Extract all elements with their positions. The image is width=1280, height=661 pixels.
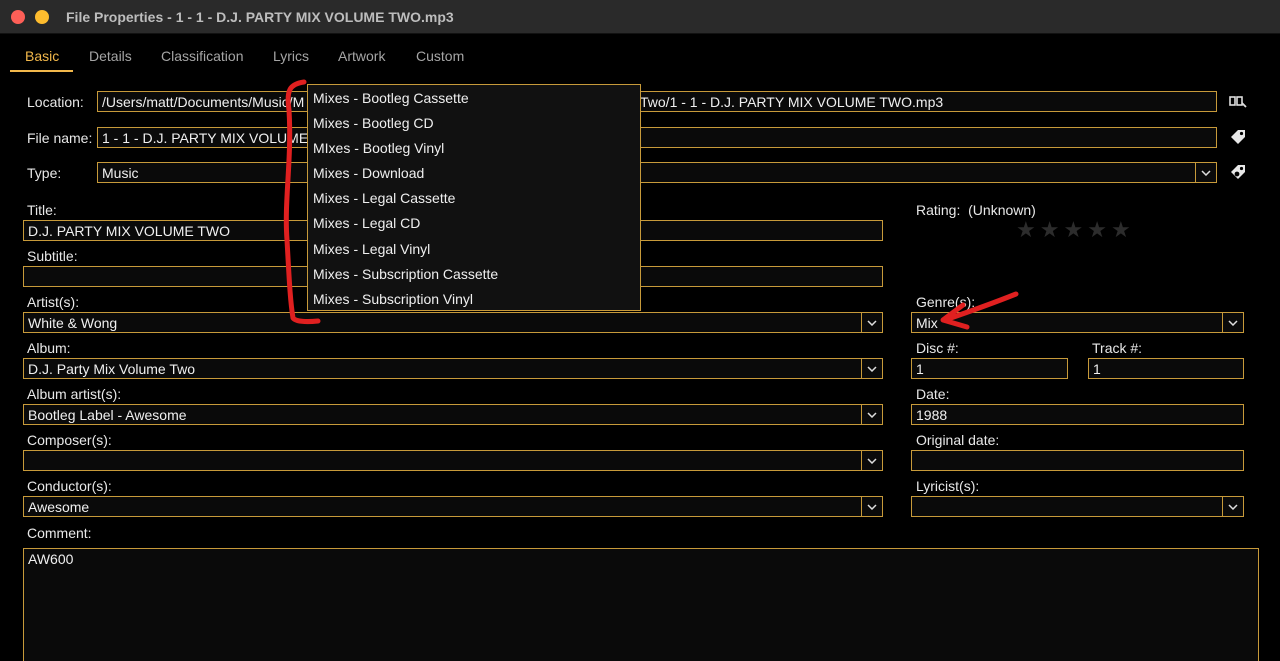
chevron-down-icon[interactable]	[861, 313, 882, 332]
composers-label: Composer(s):	[27, 432, 112, 448]
track-label: Track #:	[1092, 340, 1143, 356]
genre-option[interactable]: Mixes - Download	[308, 160, 640, 185]
album-dropdown[interactable]: D.J. Party Mix Volume Two	[23, 358, 883, 379]
star-icon[interactable]: ★	[1063, 219, 1083, 241]
title-value: D.J. PARTY MIX VOLUME TWO	[28, 223, 230, 239]
chevron-down-icon[interactable]	[861, 359, 882, 378]
lyricists-dropdown[interactable]	[911, 496, 1244, 517]
genre-option[interactable]: Mixes - Legal Cassette	[308, 185, 640, 210]
title-label: Title:	[27, 202, 57, 218]
file-name-field[interactable]: 1 - 1 - D.J. PARTY MIX VOLUME TW	[97, 127, 1217, 148]
disc-value: 1	[916, 361, 924, 377]
chevron-down-icon[interactable]	[861, 405, 882, 424]
album-artist-label: Album artist(s):	[27, 386, 122, 402]
active-tab-indicator	[10, 70, 73, 72]
star-icon[interactable]: ★	[1040, 219, 1060, 241]
close-window-button[interactable]	[11, 10, 25, 24]
rating-label: Rating: (Unknown)	[916, 202, 1036, 218]
genre-option[interactable]: Mixes - Legal Vinyl	[308, 236, 640, 261]
window-titlebar: File Properties - 1 - 1 - D.J. PARTY MIX…	[0, 0, 1280, 34]
genres-label: Genre(s):	[916, 294, 976, 310]
type-value: Music	[102, 165, 139, 181]
artists-value: White & Wong	[28, 315, 118, 331]
rating-value: (Unknown)	[968, 202, 1036, 218]
comment-value: AW600	[28, 551, 74, 567]
location-value-end: Two/1 - 1 - D.J. PARTY MIX VOLUME TWO.mp…	[640, 94, 944, 110]
original-date-field[interactable]	[911, 450, 1244, 471]
tab-basic[interactable]: Basic	[25, 48, 59, 64]
album-label: Album:	[27, 340, 71, 356]
location-value-start: /Users/matt/Documents/Music/M	[102, 94, 305, 110]
tag-icon[interactable]	[1228, 127, 1248, 147]
tab-details[interactable]: Details	[89, 48, 132, 64]
date-field[interactable]: 1988	[911, 404, 1244, 425]
conductors-value: Awesome	[28, 499, 90, 515]
genre-option[interactable]: Mixes - Legal CD	[308, 210, 640, 235]
type-dropdown[interactable]: Music	[97, 162, 1217, 183]
tab-artwork[interactable]: Artwork	[338, 48, 385, 64]
conductors-label: Conductor(s):	[27, 478, 112, 494]
genre-option[interactable]: Mixes - Bootleg CD	[308, 110, 640, 135]
file-name-label: File name:	[27, 130, 93, 146]
genre-suggestions-popup: Mixes - Bootleg Cassette Mixes - Bootleg…	[307, 84, 641, 311]
chevron-down-icon[interactable]	[1195, 163, 1216, 182]
tab-classification[interactable]: Classification	[161, 48, 243, 64]
disc-label: Disc #:	[916, 340, 959, 356]
location-label: Location:	[27, 94, 84, 110]
genre-option[interactable]: Mixes - Bootleg Cassette	[308, 85, 640, 110]
file-name-value: 1 - 1 - D.J. PARTY MIX VOLUME TW	[102, 130, 334, 146]
genre-option[interactable]: MIxes - Bootleg Vinyl	[308, 135, 640, 160]
chevron-down-icon[interactable]	[861, 451, 882, 470]
track-field[interactable]: 1	[1088, 358, 1244, 379]
album-artist-dropdown[interactable]: Bootleg Label - Awesome	[23, 404, 883, 425]
comment-field[interactable]: AW600	[23, 548, 1259, 661]
date-value: 1988	[916, 407, 948, 423]
genres-value: Mix	[916, 315, 938, 331]
tag-settings-icon[interactable]	[1228, 162, 1248, 182]
album-value: D.J. Party Mix Volume Two	[28, 361, 196, 377]
folder-search-icon[interactable]	[1228, 91, 1248, 111]
star-icon[interactable]: ★	[1016, 219, 1036, 241]
artists-dropdown[interactable]: White & Wong	[23, 312, 883, 333]
lyricists-label: Lyricist(s):	[916, 478, 980, 494]
disc-field[interactable]: 1	[911, 358, 1068, 379]
date-label: Date:	[916, 386, 950, 402]
subtitle-label: Subtitle:	[27, 248, 78, 264]
chevron-down-icon[interactable]	[1222, 497, 1243, 516]
location-field[interactable]: /Users/matt/Documents/Music/M Two/1 - 1 …	[97, 91, 1217, 112]
tab-custom[interactable]: Custom	[416, 48, 464, 64]
composers-dropdown[interactable]	[23, 450, 883, 471]
rating-stars[interactable]: ★ ★ ★ ★ ★	[1016, 219, 1131, 241]
original-date-label: Original date:	[916, 432, 1000, 448]
genre-option[interactable]: Mixes - Subscription Vinyl	[308, 286, 640, 311]
chevron-down-icon[interactable]	[1222, 313, 1243, 332]
window-title: File Properties - 1 - 1 - D.J. PARTY MIX…	[66, 9, 454, 25]
star-icon[interactable]: ★	[1111, 219, 1131, 241]
artists-label: Artist(s):	[27, 294, 80, 310]
minimize-window-button[interactable]	[35, 10, 49, 24]
conductors-dropdown[interactable]: Awesome	[23, 496, 883, 517]
genre-option[interactable]: Mixes - Subscription Cassette	[308, 261, 640, 286]
track-value: 1	[1093, 361, 1101, 377]
genres-dropdown[interactable]: Mix	[911, 312, 1244, 333]
tab-lyrics[interactable]: Lyrics	[273, 48, 309, 64]
star-icon[interactable]: ★	[1087, 219, 1107, 241]
album-artist-value: Bootleg Label - Awesome	[28, 407, 187, 423]
comment-label: Comment:	[27, 525, 92, 541]
type-label: Type:	[27, 165, 62, 181]
chevron-down-icon[interactable]	[861, 497, 882, 516]
